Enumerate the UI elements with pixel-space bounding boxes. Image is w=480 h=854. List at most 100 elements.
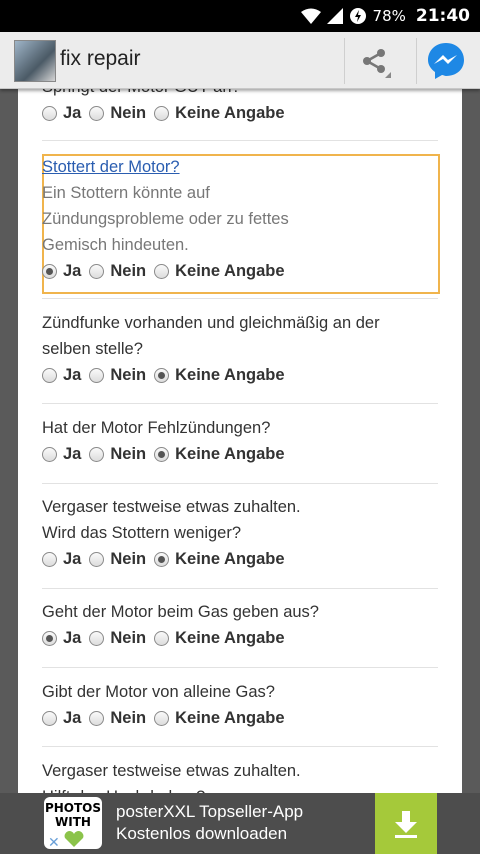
divider [42,298,438,299]
radio-ja[interactable] [42,710,57,726]
radio-ja[interactable] [42,367,57,383]
question-title: Hilft das Hochdrehen? [42,784,438,793]
radio-ja[interactable] [42,551,57,567]
option-keine[interactable]: Keine Angabe [154,625,285,651]
app-logo[interactable] [14,40,56,82]
option-nein[interactable]: Nein [89,441,146,467]
divider [42,746,438,747]
ad-banner[interactable]: PHOTOS WITH ✕ posterXXL Topseller-App Ko… [0,793,480,854]
question-item: Springt der Motor GUT an? Ja Nein Keine … [42,88,438,126]
divider [42,667,438,668]
wifi-icon [300,8,321,24]
radio-nein[interactable] [89,551,105,567]
radio-ja[interactable] [42,446,57,462]
radio-nein[interactable] [89,710,105,726]
question-item: Geht der Motor beim Gas geben aus? Ja Ne… [42,599,438,651]
question-item: Stottert der Motor? Ein Stottern könnte … [42,154,438,284]
question-hint: Ein Stottern könnte auf [42,184,210,202]
option-ja[interactable]: Ja [42,625,81,651]
answer-options: Ja Nein Keine Angabe [42,362,438,388]
radio-ja[interactable] [42,263,57,279]
ad-title: posterXXL Topseller-App [116,802,304,821]
option-nein[interactable]: Nein [89,625,146,651]
divider [42,483,438,484]
option-keine[interactable]: Keine Angabe [154,258,285,284]
option-nein[interactable]: Nein [89,546,146,572]
question-item: Hat der Motor Fehlzündungen? Ja Nein Kei… [42,415,438,467]
question-title: Vergaser testweise etwas zuhalten. [42,498,301,516]
heart-icon [64,831,84,847]
radio-ja[interactable] [42,630,57,646]
ad-close-icon[interactable]: ✕ [48,835,60,851]
question-title: Gibt der Motor von alleine Gas? [42,683,275,701]
option-keine[interactable]: Keine Angabe [154,546,285,572]
option-ja[interactable]: Ja [42,258,81,284]
share-icon [363,49,391,78]
option-ja[interactable]: Ja [42,100,81,126]
radio-nein[interactable] [89,446,105,462]
radio-keine[interactable] [154,710,170,726]
question-item: Vergaser testweise etwas zuhalten. Hilft… [42,758,438,793]
option-keine[interactable]: Keine Angabe [154,362,285,388]
radio-keine[interactable] [154,630,170,646]
signal-icon [326,8,343,24]
question-title: Geht der Motor beim Gas geben aus? [42,603,319,621]
clock: 21:40 [415,6,470,26]
radio-nein[interactable] [89,630,105,646]
status-bar: 78% 21:40 [0,0,480,32]
radio-ja[interactable] [42,105,57,121]
question-title: Springt der Motor GUT an? [42,88,438,100]
questionnaire: Springt der Motor GUT an? Ja Nein Keine … [18,88,462,793]
question-item: Zündfunke vorhanden und gleichmäßig an d… [42,310,438,388]
ad-logo-text: PHOTOS WITH [44,801,102,829]
option-keine[interactable]: Keine Angabe [154,441,285,467]
radio-keine[interactable] [154,446,170,462]
option-ja[interactable]: Ja [42,441,81,467]
app-bar: fix repair [0,32,480,89]
battery-percent: 78% [372,7,406,25]
option-nein[interactable]: Nein [89,705,146,731]
answer-options: Ja Nein Keine Angabe [42,258,438,284]
question-item: Gibt der Motor von alleine Gas? Ja Nein … [42,679,438,731]
app-title: fix repair [60,47,141,70]
option-keine[interactable]: Keine Angabe [154,100,285,126]
radio-nein[interactable] [89,105,105,121]
messenger-icon [428,43,464,79]
question-title: selben stelle? [42,340,143,358]
battery-saver-icon [349,8,366,24]
radio-nein[interactable] [89,263,105,279]
option-nein[interactable]: Nein [89,362,146,388]
question-item: Vergaser testweise etwas zuhalten. Wird … [42,494,438,572]
radio-nein[interactable] [89,367,105,383]
option-ja[interactable]: Ja [42,362,81,388]
answer-options: Ja Nein Keine Angabe [42,705,438,731]
option-nein[interactable]: Nein [89,258,146,284]
question-title: Zündfunke vorhanden und gleichmäßig an d… [42,314,380,332]
question-hint: Gemisch hindeuten. [42,236,189,254]
option-ja[interactable]: Ja [42,546,81,572]
answer-options: Ja Nein Keine Angabe [42,546,438,572]
radio-keine[interactable] [154,367,170,383]
share-button[interactable] [344,38,405,84]
question-title: Hat der Motor Fehlzündungen? [42,419,271,437]
answer-options: Ja Nein Keine Angabe [42,100,438,126]
divider [42,403,438,404]
option-ja[interactable]: Ja [42,705,81,731]
radio-keine[interactable] [154,263,170,279]
ad-text: posterXXL Topseller-App Kostenlos downlo… [116,801,303,845]
question-title: Wird das Stottern weniger? [42,524,242,542]
radio-keine[interactable] [154,551,170,567]
download-button[interactable] [375,793,437,854]
question-title-link[interactable]: Stottert der Motor? [42,154,438,180]
radio-keine[interactable] [154,105,170,121]
question-hint: Zündungsprobleme oder zu fettes [42,210,289,228]
divider [42,588,438,589]
divider [42,140,438,141]
option-keine[interactable]: Keine Angabe [154,705,285,731]
option-nein[interactable]: Nein [89,100,146,126]
messenger-button[interactable] [416,38,475,84]
ad-subtitle: Kostenlos downloaden [116,824,288,843]
download-icon [395,810,417,838]
answer-options: Ja Nein Keine Angabe [42,441,438,467]
question-title: Vergaser testweise etwas zuhalten. [42,762,301,780]
